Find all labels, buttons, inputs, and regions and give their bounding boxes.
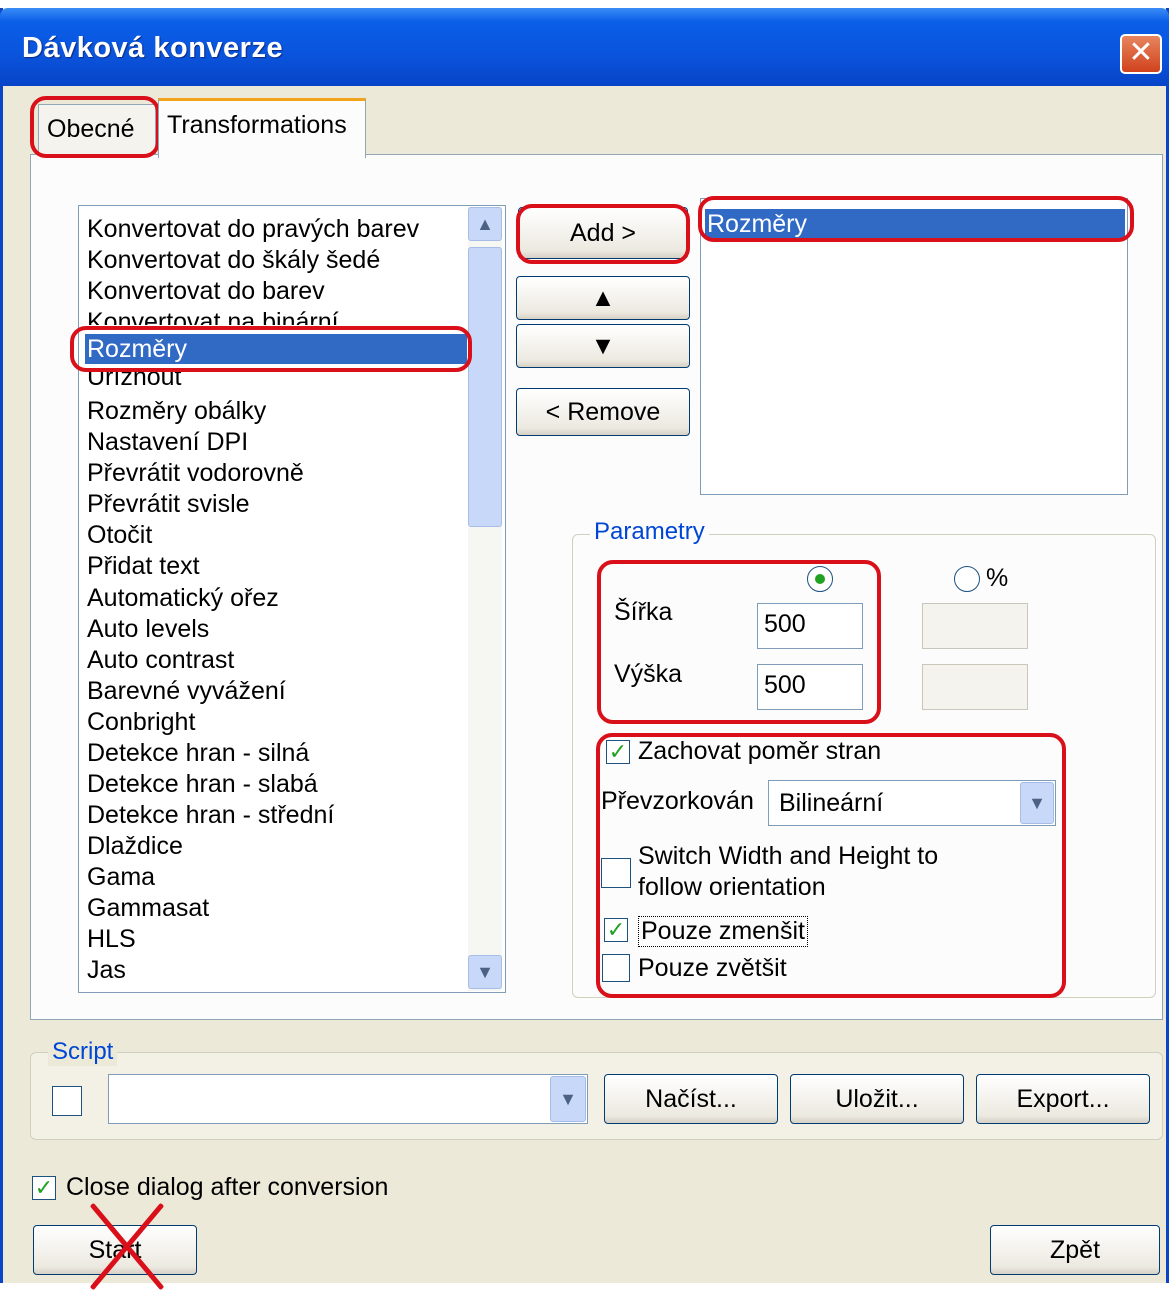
vertical-scrollbar[interactable]: ▲ ▼	[468, 207, 502, 991]
parameters-legend: Parametry	[590, 518, 709, 546]
tab-label: Obecné	[47, 115, 135, 143]
list-item[interactable]: Jas	[85, 955, 467, 985]
switch-orientation-checkbox[interactable]	[601, 858, 631, 888]
height-input[interactable]: 500	[757, 664, 863, 710]
list-item[interactable]: Conbright	[85, 707, 467, 737]
keep-ratio-label: Zachovat poměr stran	[638, 737, 882, 765]
script-checkbox[interactable]	[52, 1086, 82, 1116]
resample-dropdown[interactable]: Bilineární ▼	[768, 780, 1056, 826]
chevron-up-icon: ▲	[476, 214, 494, 234]
height-label: Výška	[614, 660, 683, 688]
close-after-conversion-label: Close dialog after conversion	[66, 1173, 389, 1201]
move-up-button[interactable]: ▲	[516, 276, 690, 320]
move-down-button[interactable]: ▼	[516, 324, 690, 368]
list-item[interactable]: Detekce hran - slabá	[85, 769, 467, 799]
checkmark-icon: ✓	[34, 1175, 54, 1200]
list-item-selected[interactable]: Rozměry	[85, 334, 467, 364]
list-item[interactable]: Konvertovat do pravých barev	[85, 214, 467, 244]
chevron-down-icon: ▼	[559, 1089, 577, 1109]
only-shrink-label: Pouze zmenšit	[638, 916, 808, 947]
list-item[interactable]: Detekce hran - střední	[85, 800, 467, 830]
list-item[interactable]: Konvertovat do škály šedé	[85, 245, 467, 275]
scroll-thumb[interactable]	[468, 247, 502, 527]
list-item[interactable]: Převrátit svisle	[85, 489, 467, 519]
list-item[interactable]: HLS	[85, 924, 467, 954]
load-button[interactable]: Načíst...	[604, 1074, 778, 1124]
arrow-down-icon: ▼	[590, 332, 616, 360]
list-item[interactable]: Auto contrast	[85, 645, 467, 675]
radio-selected-dot	[815, 574, 825, 584]
save-button[interactable]: Uložit...	[790, 1074, 964, 1124]
percent-radio[interactable]	[954, 566, 980, 592]
list-item[interactable]: Dlaždice	[85, 831, 467, 861]
resample-value: Bilineární	[779, 789, 884, 817]
list-item[interactable]: Gama	[85, 862, 467, 892]
list-item[interactable]: Auto levels	[85, 614, 467, 644]
keep-ratio-checkbox[interactable]: ✓	[606, 740, 630, 764]
back-button[interactable]: Zpět	[990, 1225, 1160, 1275]
scroll-up-button[interactable]: ▲	[468, 207, 502, 241]
scroll-down-button[interactable]: ▼	[468, 955, 502, 989]
tab-obecne[interactable]: Obecné	[38, 104, 156, 154]
list-item[interactable]: Rozměry obálky	[85, 396, 467, 426]
only-enlarge-checkbox[interactable]	[602, 954, 630, 982]
chevron-down-icon: ▼	[476, 962, 494, 982]
width-label: Šířka	[614, 598, 673, 626]
tab-transformations[interactable]: Transformations	[158, 98, 366, 158]
list-item[interactable]: Konvertovat do barev	[85, 276, 467, 306]
switch-orientation-label-line2: follow orientation	[638, 873, 826, 901]
close-after-conversion-checkbox[interactable]: ✓	[32, 1176, 56, 1200]
width-percent-input[interactable]	[922, 603, 1028, 649]
title-bar[interactable]: Dávková konverze ✕	[0, 8, 1169, 86]
resample-label: Převzorkován	[601, 787, 754, 815]
close-button[interactable]: ✕	[1120, 34, 1162, 74]
available-transformations-list[interactable]: Konvertovat do pravých barev Konvertovat…	[78, 205, 506, 993]
absolute-units-radio[interactable]	[807, 566, 833, 592]
checkmark-icon: ✓	[606, 917, 626, 942]
list-item-selected[interactable]: Rozměry	[705, 209, 1125, 239]
width-input[interactable]: 500	[757, 603, 863, 649]
list-item[interactable]: Nastavení DPI	[85, 427, 467, 457]
list-item[interactable]: Detekce hran - silná	[85, 738, 467, 768]
chevron-down-icon: ▼	[1028, 793, 1046, 813]
checkmark-icon: ✓	[608, 739, 628, 764]
close-icon: ✕	[1128, 36, 1154, 69]
window-title: Dávková konverze	[22, 32, 284, 64]
list-item[interactable]: Přidat text	[85, 551, 467, 581]
add-button[interactable]: Add >	[518, 207, 688, 259]
script-legend: Script	[48, 1038, 118, 1066]
list-item[interactable]: Konvertovat na binární	[85, 307, 467, 325]
list-item[interactable]: Gammasat	[85, 893, 467, 923]
script-dropdown[interactable]: ▼	[108, 1074, 588, 1124]
list-item[interactable]: Otočit	[85, 520, 467, 550]
list-item[interactable]: Barevné vyvážení	[85, 676, 467, 706]
only-shrink-checkbox[interactable]: ✓	[604, 918, 628, 942]
export-button[interactable]: Export...	[976, 1074, 1150, 1124]
only-enlarge-label: Pouze zvětšit	[638, 954, 787, 982]
percent-label: %	[986, 564, 1009, 592]
list-item[interactable]: Převrátit vodorovně	[85, 458, 467, 488]
arrow-up-icon: ▲	[590, 284, 616, 312]
height-percent-input[interactable]	[922, 664, 1028, 710]
switch-orientation-label-line1: Switch Width and Height to	[638, 842, 939, 870]
list-item[interactable]: Uříznout	[85, 369, 467, 389]
dropdown-button[interactable]: ▼	[550, 1076, 586, 1122]
selected-transformations-list[interactable]: Rozměry	[700, 198, 1128, 495]
remove-button[interactable]: < Remove	[516, 388, 690, 436]
list-item[interactable]: Automatický ořez	[85, 583, 467, 613]
dropdown-button[interactable]: ▼	[1020, 782, 1054, 824]
tab-label: Transformations	[167, 111, 347, 139]
